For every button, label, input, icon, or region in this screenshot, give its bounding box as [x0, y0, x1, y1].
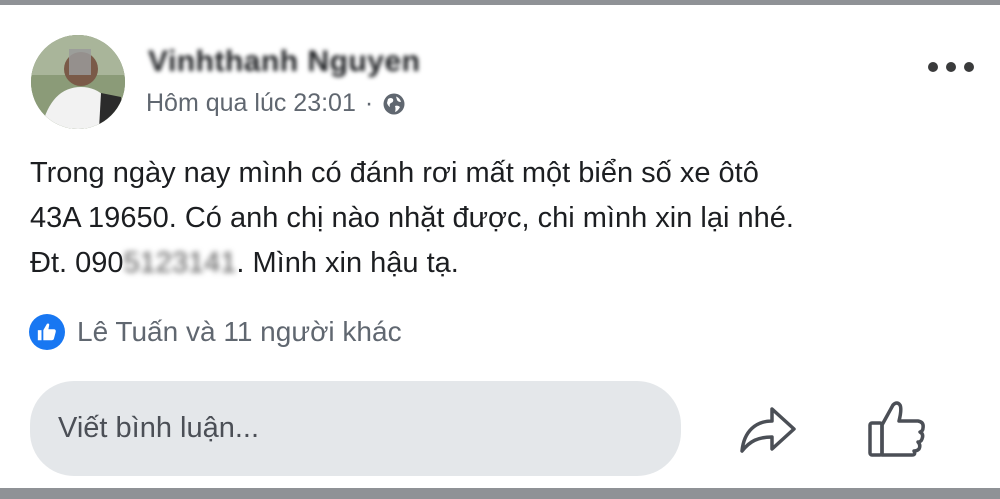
dot-icon — [946, 62, 956, 72]
comment-input[interactable]: Viết bình luận... — [30, 381, 681, 476]
post-meta: Hôm qua lúc 23:01 · — [146, 89, 406, 118]
post-body-line: Trong ngày nay mình có đánh rơi mất một … — [30, 157, 759, 189]
post-body-line: Đt. 0905123141. Mình xin hậu tạ. — [30, 241, 980, 286]
post-body: Trong ngày nay mình có đánh rơi mất một … — [30, 151, 980, 286]
post-body-line: 43A 19650. Có anh chị nào nhặt được, chi… — [30, 202, 794, 234]
share-icon[interactable] — [738, 399, 798, 459]
thumbs-up-icon[interactable] — [866, 397, 928, 459]
dot-icon — [964, 62, 974, 72]
dot-icon — [928, 62, 938, 72]
reactions-summary[interactable]: Lê Tuấn và 11 người khác — [29, 314, 402, 350]
post-timestamp[interactable]: Hôm qua lúc 23:01 — [146, 89, 356, 118]
reactions-text: Lê Tuấn và 11 người khác — [77, 316, 402, 347]
avatar-photo — [31, 35, 125, 129]
more-options-button[interactable] — [928, 55, 974, 79]
phone-prefix: Đt. 090 — [30, 247, 124, 279]
meta-separator: · — [364, 89, 374, 117]
post-body-suffix: . Mình xin hậu tạ. — [236, 247, 459, 279]
globe-icon — [383, 93, 405, 114]
bottom-frame-border — [0, 488, 1000, 499]
like-icon — [29, 314, 65, 350]
comment-placeholder: Viết bình luận... — [58, 412, 260, 444]
post-card: Vinhthanh Nguyen Hôm qua lúc 23:01 · Tro… — [0, 5, 1000, 488]
author-name[interactable]: Vinhthanh Nguyen — [148, 45, 420, 79]
avatar[interactable] — [31, 35, 125, 129]
phone-number-blurred: 5123141 — [123, 247, 237, 279]
